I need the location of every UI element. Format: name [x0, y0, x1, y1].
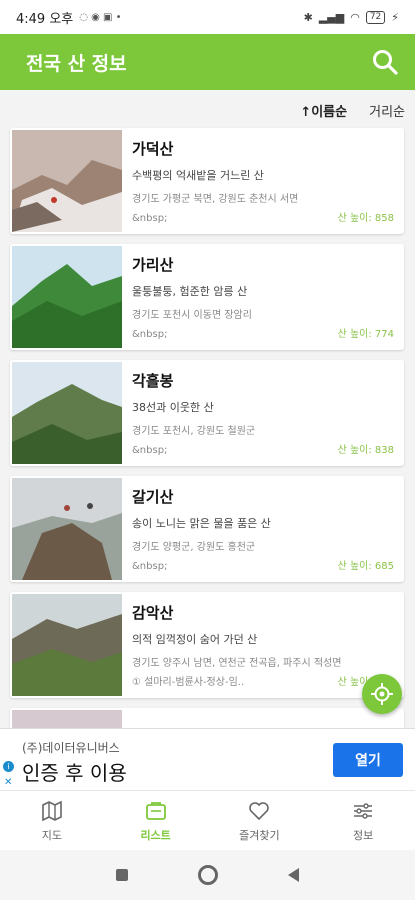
- mountain-desc: 송이 노니는 맑은 물을 품은 산: [132, 517, 271, 530]
- mountain-list: 가덕산 수백평의 억새밭을 거느린 산 경기도 가평군 북면, 강원도 춘천시 …: [10, 128, 405, 748]
- bluetooth-icon: ✱: [303, 10, 313, 24]
- status-time: 4:49 오후: [16, 11, 74, 27]
- list-item[interactable]: 각흘봉 38선과 이웃한 산 경기도 포천시, 강원도 철원군 &nbsp; 산…: [10, 360, 404, 466]
- mountain-desc: 의적 임꺽정이 숨어 가던 산: [132, 633, 258, 646]
- mountain-photo: [12, 362, 122, 464]
- ad-banner[interactable]: (주)데이터유니버스 인증 후 이용 열기 i ✕: [0, 728, 415, 791]
- ad-close-icon[interactable]: ✕: [4, 777, 12, 788]
- home-button[interactable]: [198, 865, 218, 885]
- mountain-photo: [12, 246, 122, 348]
- app-bar: 전국 산 정보: [0, 34, 415, 90]
- mountain-extra: &nbsp;: [132, 561, 168, 572]
- mountain-address: 경기도 포천시 이동면 장암리: [132, 310, 252, 321]
- ad-tagline: 인증 후 이용: [22, 761, 127, 785]
- mountain-name: 갈기산: [132, 488, 174, 506]
- heart-icon: [249, 802, 270, 821]
- list-item[interactable]: 가덕산 수백평의 억새밭을 거느린 산 경기도 가평군 북면, 강원도 춘천시 …: [10, 128, 404, 234]
- mountain-extra: ① 설마리-범륜사-정상-임..: [132, 677, 245, 688]
- mountain-height: 산 높이: 838: [337, 445, 394, 456]
- mountain-height: 산 높이: 685: [337, 561, 394, 572]
- battery-icon: 72: [365, 10, 386, 24]
- mountain-name: 감악산: [132, 604, 174, 622]
- mountain-desc: 울퉁불퉁, 험준한 암릉 산: [132, 285, 248, 298]
- nav-map-label: 지도: [41, 829, 62, 842]
- nav-favorites[interactable]: 즐겨찾기: [208, 791, 312, 851]
- back-button[interactable]: [288, 868, 299, 882]
- ad-open-button[interactable]: 열기: [333, 743, 403, 777]
- list-icon: [145, 802, 166, 820]
- nav-favorites-label: 즐겨찾기: [239, 829, 280, 842]
- signal-icon: ▂▄▆: [318, 10, 345, 24]
- recents-button[interactable]: [116, 869, 128, 881]
- mountain-extra: &nbsp;: [132, 329, 168, 340]
- mountain-name: 가리산: [132, 256, 174, 274]
- nav-info-label: 정보: [353, 829, 374, 842]
- list-item[interactable]: 가리산 울퉁불퉁, 험준한 암릉 산 경기도 포천시 이동면 장암리 &nbsp…: [10, 244, 404, 350]
- mountain-height: 산 높이: 774: [337, 329, 394, 340]
- list-item[interactable]: 갈기산 송이 노니는 맑은 물을 품은 산 경기도 양평군, 강원도 홍천군 &…: [10, 476, 404, 582]
- mountain-extra: &nbsp;: [132, 445, 168, 456]
- page-title: 전국 산 정보: [26, 52, 127, 75]
- mountain-name: 각흘봉: [132, 372, 174, 390]
- bottom-navigation: 지도 리스트 즐겨찾기 정보: [0, 790, 415, 851]
- status-bar: 4:49 오후 ◌ ◉ ▣ • ✱ ▂▄▆ ◠ 72 ⚡: [0, 0, 415, 34]
- sort-by-name-button[interactable]: ↑이름순: [300, 101, 347, 120]
- mountain-desc: 38선과 이웃한 산: [132, 401, 214, 414]
- mountain-address: 경기도 양주시 남면, 연천군 전곡읍, 파주시 적성면: [132, 658, 342, 669]
- sort-by-distance-button[interactable]: 거리순: [369, 101, 405, 120]
- mountain-desc: 수백평의 억새밭을 거느린 산: [132, 169, 264, 182]
- charging-icon: ⚡: [391, 10, 399, 24]
- my-location-button[interactable]: [362, 674, 402, 714]
- mountain-address: 경기도 양평군, 강원도 홍천군: [132, 542, 256, 553]
- mountain-extra: &nbsp;: [132, 213, 168, 224]
- system-navigation: [0, 850, 415, 900]
- wifi-icon: ◠: [350, 10, 360, 24]
- notification-icons: ◌ ◉ ▣ •: [79, 11, 122, 23]
- ad-info-icon[interactable]: i: [3, 761, 14, 772]
- list-item[interactable]: 감악산 의적 임꺽정이 숨어 가던 산 경기도 양주시 남면, 연천군 전곡읍,…: [10, 592, 404, 698]
- mountain-photo: [12, 594, 122, 696]
- ad-company: (주)데이터유니버스: [22, 741, 120, 755]
- map-icon: [42, 800, 62, 822]
- mountain-height: 산 높이: 858: [337, 213, 394, 224]
- mountain-address: 경기도 포천시, 강원도 철원군: [132, 426, 256, 437]
- nav-info[interactable]: 정보: [311, 791, 415, 851]
- crosshair-icon: [371, 683, 393, 705]
- nav-map[interactable]: 지도: [0, 791, 104, 851]
- nav-list[interactable]: 리스트: [104, 791, 208, 851]
- mountain-address: 경기도 가평군 북면, 강원도 춘천시 서면: [132, 194, 299, 205]
- nav-list-label: 리스트: [140, 829, 171, 842]
- mountain-photo: [12, 130, 122, 232]
- mountain-name: 가덕산: [132, 140, 174, 158]
- mountain-photo: [12, 478, 122, 580]
- search-icon[interactable]: [371, 48, 399, 76]
- sort-bar: ↑이름순 거리순: [0, 92, 415, 128]
- settings-icon: [354, 803, 373, 819]
